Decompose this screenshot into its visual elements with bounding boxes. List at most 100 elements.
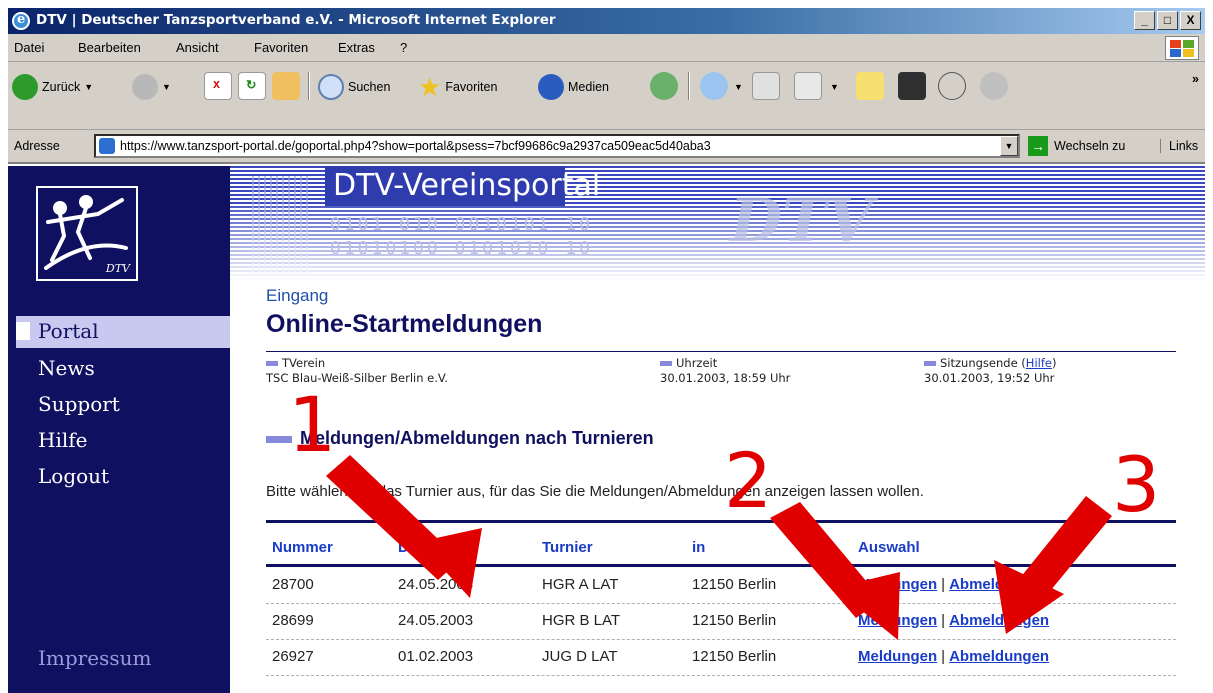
table-row: 26927 01.02.2003 JUG D LAT 12150 Berlin … [266,640,1176,676]
menu-bearbeiten[interactable]: Bearbeiten [78,40,141,55]
menu-help[interactable]: ? [400,40,407,55]
flower-icon[interactable] [938,72,966,100]
separator: | [941,648,946,665]
page-viewport: DTV Portal News Support Hilfe Logout Imp… [8,166,1205,693]
url-text[interactable]: https://www.tanzsport-portal.de/goportal… [120,139,711,153]
banner-binary: 01010100 0101010 10 [330,238,593,259]
search-icon [318,74,344,100]
page-title: Online-Startmeldungen [266,310,543,338]
chevron-down-icon[interactable]: ▼ [84,82,93,92]
table-row: 28699 24.05.2003 HGR B LAT 12150 Berlin … [266,604,1176,640]
address-input[interactable]: https://www.tanzsport-portal.de/goportal… [94,134,1020,158]
chevron-down-icon[interactable]: ▼ [1000,136,1018,156]
annotation-number-1: 1 [288,380,337,469]
separator: | [941,576,946,593]
info-label: Sitzungsende ( [924,356,1026,370]
cell-datum: 24.05.2003 [398,612,474,629]
nav-item-news[interactable]: News [38,356,95,380]
favorites-button[interactable]: ★ Favoriten [418,72,497,102]
home-icon[interactable] [272,72,300,100]
nav-item-support[interactable]: Support [38,392,120,416]
meldungen-link[interactable]: Meldungen [858,576,937,593]
window-titlebar: DTV | Deutscher Tanzsportverband e.V. - … [8,8,1205,34]
meldungen-link[interactable]: Meldungen [858,612,937,629]
info-value: 30.01.2003, 18:59 Uhr [660,371,791,385]
refresh-icon[interactable]: ↻ [238,72,266,100]
edit-icon[interactable] [794,72,822,100]
cell-ort: 12150 Berlin [692,612,777,629]
cell-datum: 01.02.2003 [398,648,474,665]
windows-logo-icon [1165,36,1199,60]
abmeldungen-link[interactable]: Abmeldungen [949,576,1049,593]
cell-nummer: 28699 [272,612,314,629]
info-label: TVerein [266,356,325,370]
minimize-button[interactable]: _ [1134,11,1155,30]
menu-datei[interactable]: Datei [14,40,44,55]
links-button[interactable]: Links [1160,139,1198,153]
column-header-turnier: Turnier [542,539,593,556]
abmeldungen-link[interactable]: Abmeldungen [949,612,1049,629]
cell-ort: 12150 Berlin [692,648,777,665]
nav-item-logout[interactable]: Logout [38,464,109,488]
toolbar-separator [688,72,690,100]
column-header-in: in [692,539,706,556]
chevron-down-icon[interactable]: ▼ [734,82,743,92]
window-controls: _ □ X [1134,11,1201,30]
back-button[interactable]: Zurück ▼ [12,72,93,102]
title-divider [266,351,1176,352]
info-label-close: ) [1051,356,1057,370]
cell-nummer: 28700 [272,576,314,593]
nav-item-portal[interactable]: Portal [16,316,230,348]
mail-icon[interactable] [700,72,728,100]
media-label: Medien [568,80,609,94]
toolbar: Zurück ▼ ▼ x ↻ Suchen ★ Favoriten Medien… [8,62,1205,130]
close-button[interactable]: X [1180,11,1201,30]
cell-datum: 24.05.2003 [398,576,474,593]
banner-title: DTV-Vereinsportal [333,168,601,203]
window-title: DTV | Deutscher Tanzsportverband e.V. - … [36,12,556,28]
info-session: Sitzungsende (Hilfe) 30.01.2003, 19:52 U… [924,356,1056,385]
discuss-icon[interactable] [856,72,884,100]
sidebar: DTV Portal News Support Hilfe Logout Imp… [8,166,230,693]
menu-extras[interactable]: Extras [338,40,375,55]
dtv-logo[interactable]: DTV [36,186,138,281]
media-button[interactable]: Medien [538,72,609,102]
impressum-link[interactable]: Impressum [38,646,151,670]
media-icon [538,74,564,100]
instruction-text: Bitte wählen Sie das Turnier aus, für da… [266,483,924,500]
help-link[interactable]: Hilfe [1026,356,1052,370]
separator: | [941,612,946,629]
messenger-icon[interactable] [898,72,926,100]
cell-turnier: HGR B LAT [542,612,621,629]
go-button[interactable]: → Wechseln zu [1028,136,1125,156]
annotation-number-2: 2 [724,436,773,525]
cell-turnier: HGR A LAT [542,576,619,593]
maximize-button[interactable]: □ [1157,11,1178,30]
chevron-down-icon[interactable]: ▼ [162,82,171,92]
go-label: Wechseln zu [1054,139,1126,153]
nav-item-hilfe[interactable]: Hilfe [38,428,87,452]
star-icon: ★ [418,71,442,102]
history-icon[interactable] [650,72,678,100]
go-arrow-icon: → [1028,136,1048,156]
nav-label: Portal [38,319,99,343]
print-icon[interactable] [752,72,780,100]
toolbar-overflow[interactable]: » [1192,72,1199,86]
meldungen-link[interactable]: Meldungen [858,648,937,665]
annotation-number-3: 3 [1112,440,1161,529]
back-arrow-icon [12,74,38,100]
menu-favoriten[interactable]: Favoriten [254,40,308,55]
chevron-down-icon[interactable]: ▼ [830,82,839,92]
abmeldungen-link[interactable]: Abmeldungen [949,648,1049,665]
header-banner: DTV-Vereinsportal 0101 010 0010101 10 01… [230,166,1205,281]
info-label: Uhrzeit [660,356,717,370]
back-label: Zurück [42,80,81,94]
column-header-auswahl: Auswahl [858,539,920,556]
breadcrumb[interactable]: Eingang [266,286,328,306]
chat-icon[interactable] [980,72,1008,100]
search-button[interactable]: Suchen [318,72,390,102]
forward-button[interactable]: ▼ [132,72,171,102]
menu-ansicht[interactable]: Ansicht [176,40,219,55]
column-header-datum: Datum [398,539,445,556]
stop-icon[interactable]: x [204,72,232,100]
